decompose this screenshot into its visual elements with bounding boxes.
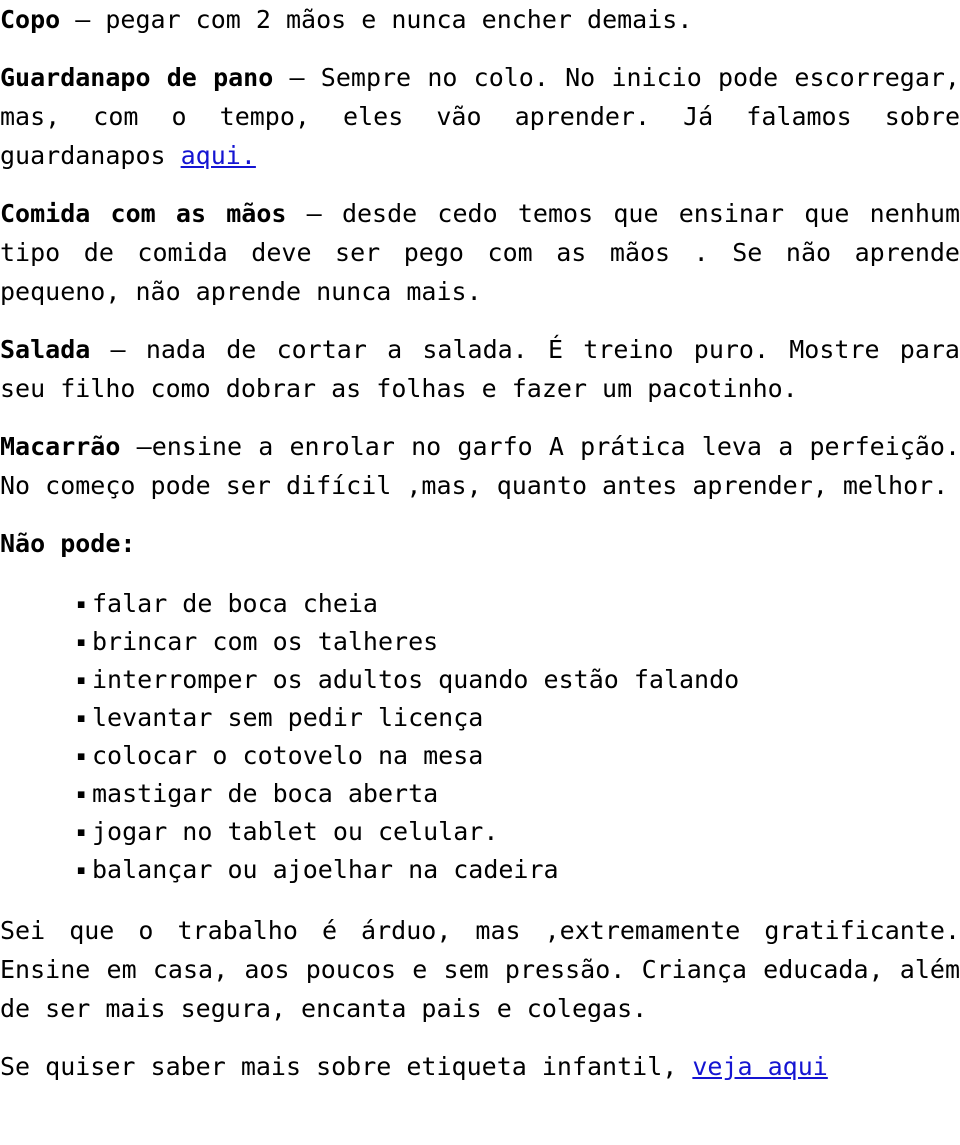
paragraph-text-macarrao: –ensine a enrolar no garfo A prática lev… [0, 432, 960, 500]
paragraph-lead-salada: Salada [0, 335, 91, 364]
donts-list: ▪ falar de boca cheia ▪ brincar com os tal… [0, 585, 960, 889]
list-item: ▪ levantar sem pedir licença [0, 699, 960, 737]
paragraph-lead-guardanapo: Guardanapo de pano [0, 63, 274, 92]
square-bullet-icon: ▪ [76, 632, 87, 652]
paragraph-comida-com-as-maos: Comida com as mãos – desde cedo temos qu… [0, 194, 960, 311]
list-item: ▪ mastigar de boca aberta [0, 775, 960, 813]
square-bullet-icon: ▪ [76, 670, 87, 690]
square-bullet-icon: ▪ [76, 784, 87, 804]
paragraph-salada: Salada – nada de cortar a salada. É trei… [0, 330, 960, 408]
paragraph-final-cta: Se quiser saber mais sobre etiqueta infa… [0, 1047, 960, 1086]
paragraph-macarrao: Macarrão –ensine a enrolar no garfo A pr… [0, 427, 960, 505]
list-item: ▪ jogar no tablet ou celular. [0, 813, 960, 851]
square-bullet-icon: ▪ [76, 860, 87, 880]
list-item: ▪ colocar o cotovelo na mesa [0, 737, 960, 775]
paragraph-lead-comida: Comida com as mãos [0, 199, 287, 228]
document-body: Copo – pegar com 2 mãos e nunca encher d… [0, 0, 960, 1086]
list-item-label: brincar com os talheres [92, 627, 439, 656]
list-item-label: interromper os adultos quando estão fala… [92, 665, 740, 694]
list-item-label: balançar ou ajoelhar na cadeira [92, 855, 559, 884]
list-item: ▪ brincar com os talheres [0, 623, 960, 661]
paragraph-lead-macarrao: Macarrão [0, 432, 121, 461]
paragraph-text-salada: – nada de cortar a salada. É treino puro… [0, 335, 960, 403]
list-item-label: jogar no tablet ou celular. [92, 817, 499, 846]
square-bullet-icon: ▪ [76, 708, 87, 728]
link-aqui-guardanapos[interactable]: aqui. [181, 141, 256, 170]
link-veja-aqui[interactable]: veja aqui [692, 1052, 827, 1081]
list-item-label: falar de boca cheia [92, 589, 378, 618]
list-item-label: levantar sem pedir licença [92, 703, 484, 732]
paragraph-closing: Sei que o trabalho é árduo, mas ,extrema… [0, 916, 960, 1023]
paragraph-lead-copo: Copo [0, 5, 61, 34]
final-paragraph-text: Se quiser saber mais sobre etiqueta infa… [0, 1052, 693, 1081]
square-bullet-icon: ▪ [76, 746, 87, 766]
list-item-label: colocar o cotovelo na mesa [92, 741, 484, 770]
paragraph-copo: Copo – pegar com 2 mãos e nunca encher d… [0, 0, 960, 39]
square-bullet-icon: ▪ [76, 594, 87, 614]
donts-heading: Não pode: [0, 529, 136, 558]
square-bullet-icon: ▪ [76, 822, 87, 842]
list-item: ▪ falar de boca cheia [0, 585, 960, 623]
paragraph-text-copo: – pegar com 2 mãos e nunca encher demais… [60, 5, 693, 34]
list-item: ▪ balançar ou ajoelhar na cadeira [0, 851, 960, 889]
paragraph-guardanapo: Guardanapo de pano – Sempre no colo. No … [0, 58, 960, 175]
list-item: ▪ interromper os adultos quando estão fal… [0, 661, 960, 699]
list-item-label: mastigar de boca aberta [92, 779, 439, 808]
